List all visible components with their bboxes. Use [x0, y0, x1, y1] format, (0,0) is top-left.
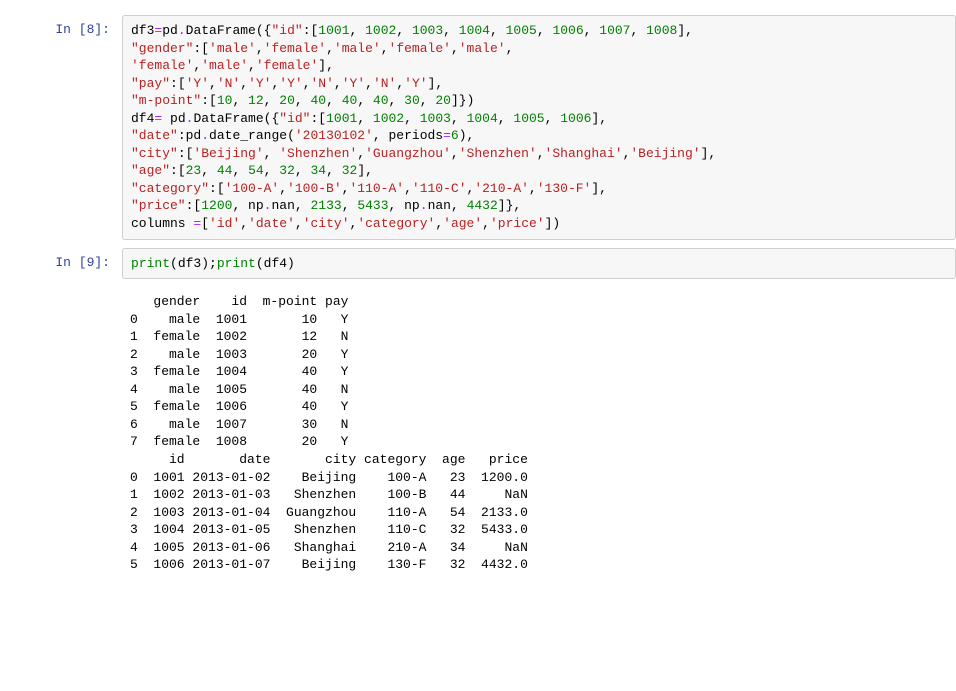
stdout-output: gender id m-point pay 0 male 1001 10 Y 1…: [122, 287, 956, 580]
prompt-number: [8]:: [79, 22, 110, 37]
prompt-in-9: In [9]:: [0, 248, 122, 280]
prompt-label: In: [55, 22, 78, 37]
code-input-9[interactable]: print(df3);print(df4): [122, 248, 956, 280]
prompt-label: In: [55, 255, 78, 270]
code-cell-9: In [9]: print(df3);print(df4): [0, 248, 956, 280]
prompt-out-blank: [0, 287, 122, 580]
code-cell-8: In [8]: df3=pd.DataFrame({"id":[1001, 10…: [0, 15, 956, 240]
output-cell-9: gender id m-point pay 0 male 1001 10 Y 1…: [0, 287, 956, 580]
prompt-in-8: In [8]:: [0, 15, 122, 240]
code-input-8[interactable]: df3=pd.DataFrame({"id":[1001, 1002, 1003…: [122, 15, 956, 240]
prompt-number: [9]:: [79, 255, 110, 270]
